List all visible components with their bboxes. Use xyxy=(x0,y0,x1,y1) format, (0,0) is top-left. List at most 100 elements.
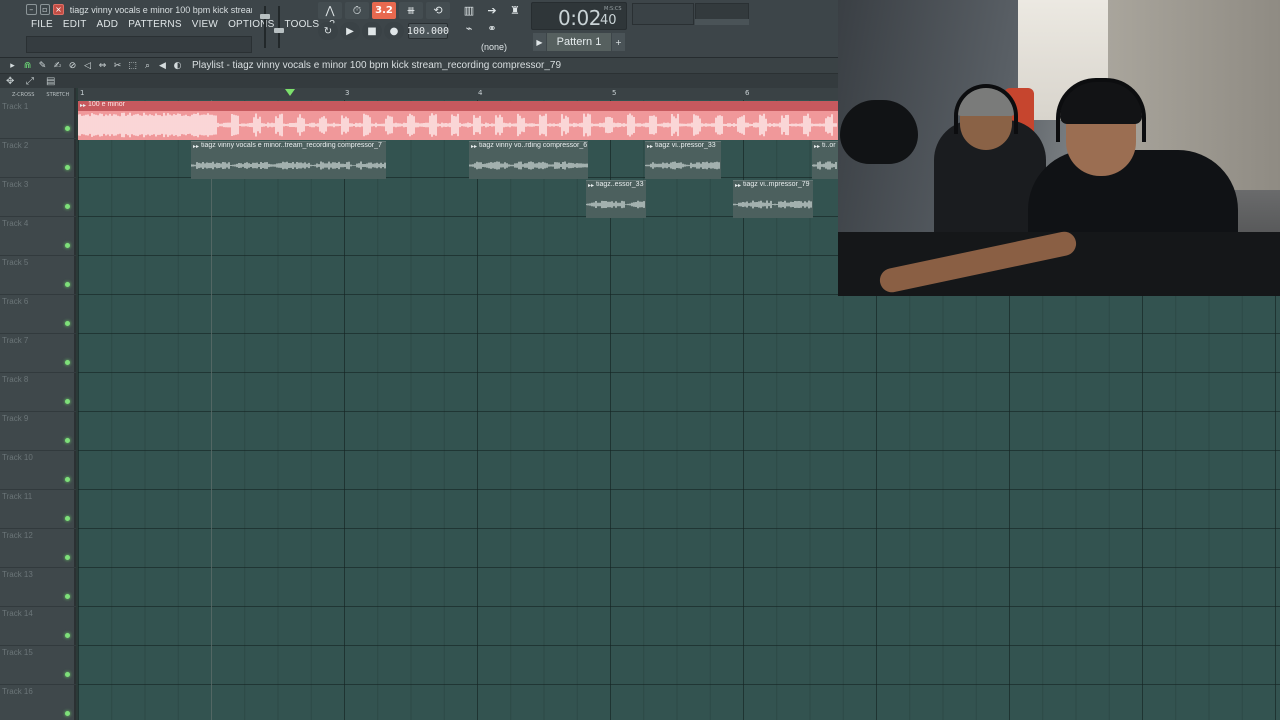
paint-icon[interactable]: ✍ xyxy=(51,60,64,72)
playhead-marker[interactable] xyxy=(285,89,295,96)
clip-menu-icon[interactable]: ▸▸ xyxy=(814,143,820,150)
audio-clip[interactable]: tiagz vinny vocals e minor..tream_record… xyxy=(191,141,386,179)
pencil-icon[interactable]: ✎ xyxy=(36,60,49,72)
resize-icon[interactable]: ⤢ xyxy=(26,76,40,87)
track-mute-led[interactable] xyxy=(65,555,70,560)
track-header[interactable]: Track 3 xyxy=(0,178,76,217)
audio-clip[interactable]: 100 e minor ▸▸ xyxy=(78,101,838,140)
track-header[interactable]: Track 13 xyxy=(0,568,76,607)
playlist-menu-icon[interactable]: ▸ xyxy=(6,60,19,72)
track-mute-led[interactable] xyxy=(65,282,70,287)
metronome-icon[interactable]: ⏱ xyxy=(345,2,369,19)
minimize-icon[interactable]: – xyxy=(26,4,37,15)
pattern-add-icon[interactable]: + xyxy=(612,33,625,51)
track-mute-led[interactable] xyxy=(65,360,70,365)
magnet-icon[interactable]: ⌁ xyxy=(459,20,479,36)
track-header[interactable]: Track 7 xyxy=(0,334,76,373)
clip-menu-icon[interactable]: ▸▸ xyxy=(80,102,86,109)
play-button[interactable]: ▶ xyxy=(340,22,360,40)
clip-menu-icon[interactable]: ▸▸ xyxy=(735,182,741,189)
plugin-icon[interactable]: ♜ xyxy=(505,2,525,18)
track-header[interactable]: Track 11 xyxy=(0,490,76,529)
slice-icon[interactable]: ✂ xyxy=(111,60,124,72)
track-mute-led[interactable] xyxy=(65,204,70,209)
track-header[interactable]: Track 14 xyxy=(0,607,76,646)
track-mute-led[interactable] xyxy=(65,516,70,521)
clip-menu-icon[interactable]: ▸▸ xyxy=(647,143,653,150)
track-mute-led[interactable] xyxy=(65,438,70,443)
tempo-display[interactable]: 100.000 xyxy=(407,23,449,39)
slip-icon[interactable]: ⇔ xyxy=(96,60,109,72)
zoom-icon[interactable]: ⌕ xyxy=(141,60,154,72)
time-display[interactable]: 0:02 M:S:CS 40 xyxy=(531,2,627,30)
menu-options[interactable]: OPTIONS xyxy=(223,17,279,33)
master-volume-handle[interactable] xyxy=(260,14,270,19)
track-header[interactable]: Track 6 xyxy=(0,295,76,334)
master-pitch-slider[interactable] xyxy=(274,6,284,48)
master-pitch-handle[interactable] xyxy=(274,28,284,33)
track-header[interactable]: Track 4 xyxy=(0,217,76,256)
audio-clip[interactable]: tiagz..essor_33 ▸▸ xyxy=(586,180,646,218)
stack-icon[interactable]: ▤ xyxy=(46,76,60,87)
mixer-icon[interactable]: ⋀ xyxy=(318,2,342,19)
menu-edit[interactable]: EDIT xyxy=(58,17,92,33)
stretch-toggle[interactable]: STRETCH xyxy=(46,92,69,98)
countdown-toggle[interactable]: 3.2 xyxy=(372,2,396,19)
close-icon[interactable]: × xyxy=(53,4,64,15)
audio-clip[interactable]: tiagz vi..mpressor_79 ▸▸ xyxy=(733,180,813,218)
zcross-toggle[interactable]: Z-CROSS xyxy=(12,92,34,98)
move-icon[interactable]: ✥ xyxy=(6,76,20,87)
clip-menu-icon[interactable]: ▸▸ xyxy=(193,143,199,150)
track-header[interactable]: Track 15 xyxy=(0,646,76,685)
step-edit-icon[interactable]: ⧻ xyxy=(399,2,423,19)
magnet-icon[interactable]: ⋒ xyxy=(21,60,34,72)
restore-icon[interactable]: ▫ xyxy=(39,4,51,15)
playlist-tools: ▸ ⋒ ✎ ✍ ⊘ ◁ ⇔ ✂ ⬚ ⌕ ◀ ◐ xyxy=(6,60,186,72)
track-header[interactable]: Track 2 xyxy=(0,139,76,178)
arrow-right-icon[interactable]: ➔ xyxy=(482,2,502,18)
menu-file[interactable]: FILE xyxy=(26,17,58,33)
track-mute-led[interactable] xyxy=(65,399,70,404)
audio-clip[interactable]: tiagz vi..pressor_33 ▸▸ xyxy=(645,141,721,179)
audio-clip[interactable]: ti..or ▸▸ xyxy=(812,141,838,179)
loop-mode-icon[interactable]: ↻ xyxy=(318,22,338,40)
track-header[interactable]: Track 8 xyxy=(0,373,76,412)
select-icon[interactable]: ⬚ xyxy=(126,60,139,72)
piano-roll-icon[interactable]: ▥ xyxy=(459,2,479,18)
timeline-ruler[interactable]: 1 3 4 5 6 xyxy=(78,88,838,100)
delete-icon[interactable]: ⊘ xyxy=(66,60,79,72)
track-mute-led[interactable] xyxy=(65,165,70,170)
track-header[interactable]: Track 9 xyxy=(0,412,76,451)
track-mute-led[interactable] xyxy=(65,633,70,638)
track-mute-led[interactable] xyxy=(65,672,70,677)
record-button[interactable]: ● xyxy=(384,22,404,40)
mute-icon[interactable]: ◁ xyxy=(81,60,94,72)
snap-select[interactable]: (none) xyxy=(481,40,527,54)
speaker-icon[interactable]: ◐ xyxy=(171,60,184,72)
track-mute-led[interactable] xyxy=(65,711,70,716)
track-header[interactable]: Track 12 xyxy=(0,529,76,568)
track-header[interactable]: Track 1 xyxy=(0,100,76,139)
playback-icon[interactable]: ◀ xyxy=(156,60,169,72)
menu-patterns[interactable]: PATTERNS xyxy=(123,17,186,33)
track-mute-led[interactable] xyxy=(65,594,70,599)
track-header[interactable]: Track 16 xyxy=(0,685,76,720)
track-header[interactable]: Track 10 xyxy=(0,451,76,490)
pattern-name[interactable]: Pattern 1 xyxy=(547,33,611,51)
menu-view[interactable]: VIEW xyxy=(187,17,223,33)
stop-button[interactable]: ■ xyxy=(362,22,382,40)
track-header[interactable]: Track 5 xyxy=(0,256,76,295)
cpu-meter xyxy=(695,19,749,25)
clip-menu-icon[interactable]: ▸▸ xyxy=(471,143,477,150)
track-mute-led[interactable] xyxy=(65,126,70,131)
master-volume-slider[interactable] xyxy=(260,6,270,48)
menu-add[interactable]: ADD xyxy=(92,17,124,33)
clip-menu-icon[interactable]: ▸▸ xyxy=(588,182,594,189)
pattern-prev-icon[interactable]: ▶ xyxy=(533,33,546,51)
track-mute-led[interactable] xyxy=(65,321,70,326)
track-mute-led[interactable] xyxy=(65,243,70,248)
track-mute-led[interactable] xyxy=(65,477,70,482)
loop-record-icon[interactable]: ⟲ xyxy=(426,2,450,19)
audio-clip[interactable]: tiagz vinny vo..rding compressor_6 ▸▸ xyxy=(469,141,588,179)
link-icon[interactable]: ⚭ xyxy=(482,20,502,36)
